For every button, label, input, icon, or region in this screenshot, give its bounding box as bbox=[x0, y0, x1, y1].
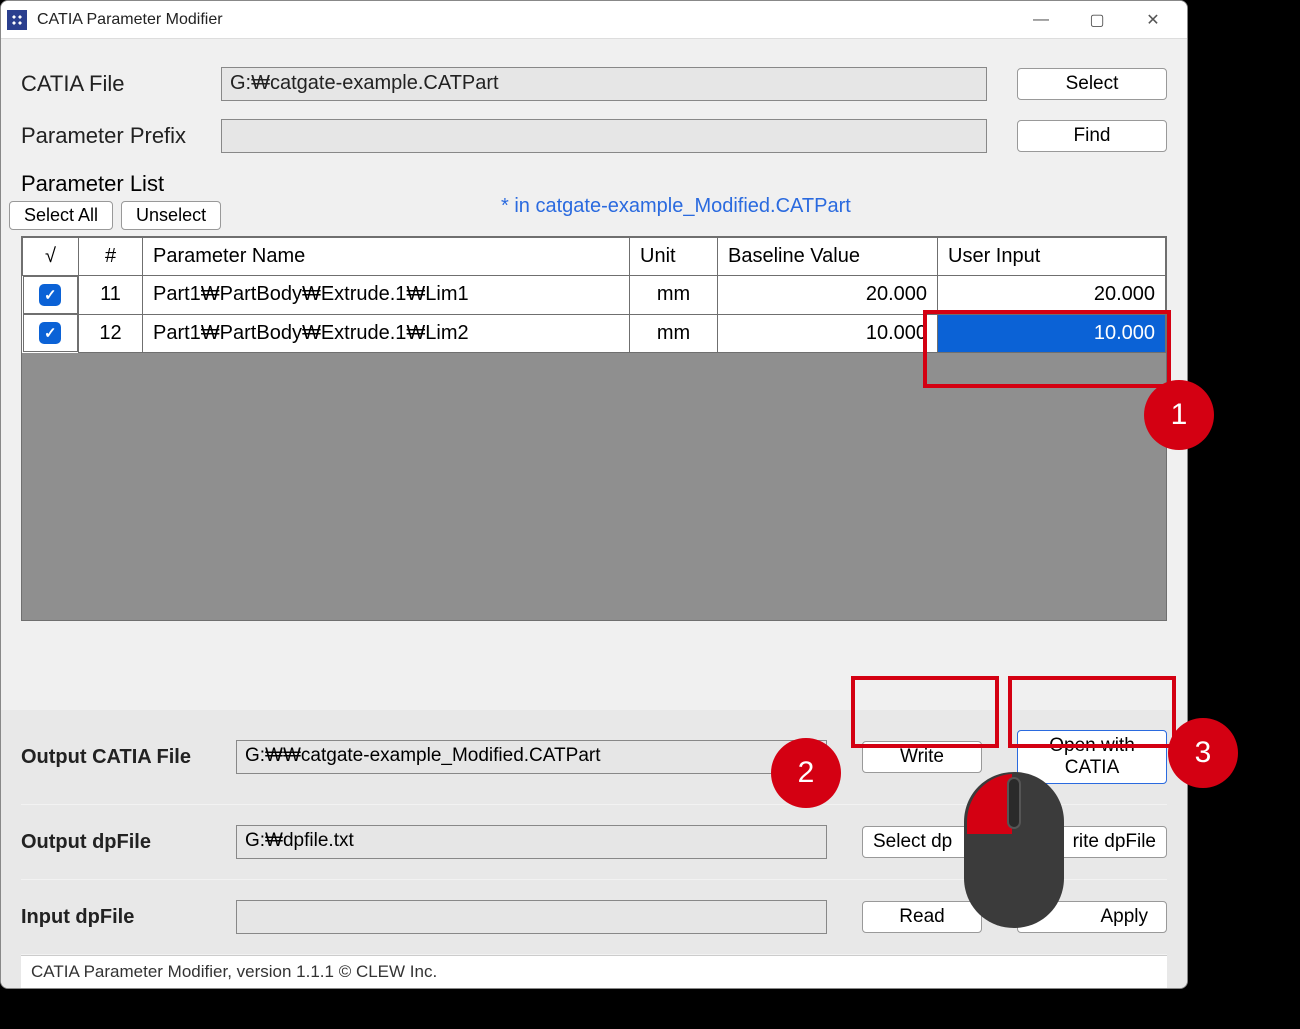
col-baseline[interactable]: Baseline Value bbox=[718, 238, 938, 276]
output-catia-label: Output CATIA File bbox=[21, 746, 236, 769]
app-window: CATIA Parameter Modifier — ▢ ✕ CATIA Fil… bbox=[0, 0, 1188, 989]
modified-hint: * in catgate-example_Modified.CATPart bbox=[501, 195, 851, 218]
row-param-name: Part1₩PartBody₩Extrude.1₩Lim1 bbox=[143, 276, 630, 315]
col-idx[interactable]: # bbox=[79, 238, 143, 276]
status-bar: CATIA Parameter Modifier, version 1.1.1 … bbox=[21, 955, 1167, 988]
unselect-button[interactable]: Unselect bbox=[121, 201, 221, 230]
output-catia-field[interactable]: G:₩₩catgate-example_Modified.CATPart bbox=[236, 740, 827, 774]
col-name[interactable]: Parameter Name bbox=[143, 238, 630, 276]
catia-file-label: CATIA File bbox=[21, 71, 221, 97]
row-user-input[interactable]: 20.000 bbox=[938, 276, 1166, 315]
row-baseline: 20.000 bbox=[718, 276, 938, 315]
table-row[interactable]: ✓12Part1₩PartBody₩Extrude.1₩Lim2mm10.000… bbox=[23, 314, 1166, 352]
minimize-button[interactable]: — bbox=[1013, 1, 1069, 39]
read-button[interactable]: Read bbox=[862, 901, 982, 933]
param-list-label: Parameter List bbox=[21, 171, 1167, 197]
select-button[interactable]: Select bbox=[1017, 68, 1167, 100]
app-icon bbox=[7, 10, 27, 30]
maximize-button[interactable]: ▢ bbox=[1069, 1, 1125, 39]
catia-file-field[interactable]: G:₩catgate-example.CATPart bbox=[221, 67, 987, 101]
titlebar[interactable]: CATIA Parameter Modifier — ▢ ✕ bbox=[1, 1, 1187, 39]
lower-panel: Output CATIA File G:₩₩catgate-example_Mo… bbox=[1, 710, 1187, 988]
select-all-button[interactable]: Select All bbox=[9, 201, 113, 230]
table-row[interactable]: ✓11Part1₩PartBody₩Extrude.1₩Lim1mm20.000… bbox=[23, 276, 1166, 315]
col-userinput[interactable]: User Input bbox=[938, 238, 1166, 276]
window-title: CATIA Parameter Modifier bbox=[37, 11, 223, 29]
parameter-table: √ # Parameter Name Unit Baseline Value U… bbox=[22, 237, 1166, 353]
row-baseline: 10.000 bbox=[718, 314, 938, 352]
row-checkbox[interactable]: ✓ bbox=[23, 276, 79, 314]
row-checkbox[interactable]: ✓ bbox=[23, 314, 79, 352]
param-prefix-field[interactable] bbox=[221, 119, 987, 153]
apply-button[interactable]: Apply bbox=[1017, 901, 1167, 933]
write-dp-button[interactable]: rite dpFile bbox=[1017, 826, 1167, 858]
row-unit: mm bbox=[630, 314, 718, 352]
input-dp-label: Input dpFile bbox=[21, 906, 236, 929]
col-check[interactable]: √ bbox=[23, 238, 79, 276]
param-prefix-label: Parameter Prefix bbox=[21, 123, 221, 149]
input-dp-field[interactable] bbox=[236, 900, 827, 934]
parameter-table-container: √ # Parameter Name Unit Baseline Value U… bbox=[21, 236, 1167, 621]
output-dp-field[interactable]: G:₩dpfile.txt bbox=[236, 825, 827, 859]
row-unit: mm bbox=[630, 276, 718, 315]
close-button[interactable]: ✕ bbox=[1125, 1, 1181, 39]
find-button[interactable]: Find bbox=[1017, 120, 1167, 152]
row-user-input[interactable]: 10.000 bbox=[938, 314, 1166, 352]
col-unit[interactable]: Unit bbox=[630, 238, 718, 276]
output-dp-label: Output dpFile bbox=[21, 831, 236, 854]
row-param-name: Part1₩PartBody₩Extrude.1₩Lim2 bbox=[143, 314, 630, 352]
row-index: 12 bbox=[79, 314, 143, 352]
open-with-catia-button[interactable]: Open with CATIA bbox=[1017, 730, 1167, 784]
write-button[interactable]: Write bbox=[862, 741, 982, 773]
row-index: 11 bbox=[79, 276, 143, 315]
select-dp-button[interactable]: Select dp bbox=[862, 826, 982, 858]
